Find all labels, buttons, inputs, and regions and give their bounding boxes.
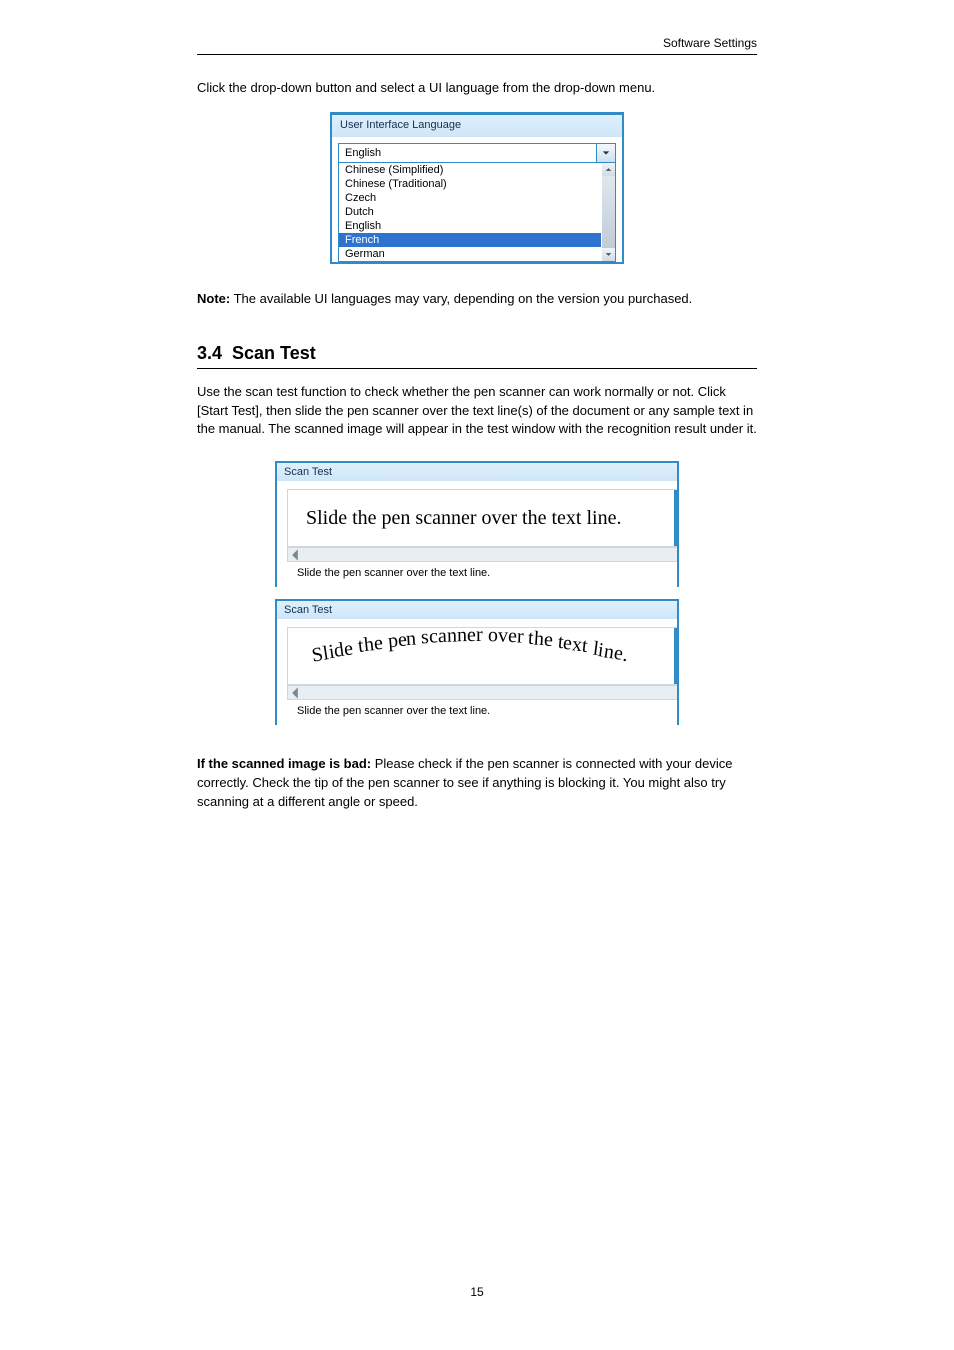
ui-language-option[interactable]: Chinese (Traditional) [339,177,601,191]
section-title: Scan Test [232,343,316,364]
scan-test-image-text: Slide the pen scanner over the text line… [306,507,621,530]
ui-language-option[interactable]: English [339,219,601,233]
note-lead: Note: [197,291,230,306]
scroll-down-button[interactable] [602,248,615,261]
ui-language-option[interactable]: German [339,247,601,261]
ui-language-option[interactable]: Czech [339,191,601,205]
chevron-down-icon [602,149,610,157]
section-number: 3.4 [197,343,222,364]
ui-language-combobox[interactable]: English [338,143,616,163]
chevron-left-icon [288,548,302,562]
scan-test-result: Slide the pen scanner over the text line… [277,562,677,587]
section-rule [197,368,757,369]
scan-test-title: Scan Test [277,601,677,619]
chevron-down-icon [605,251,612,258]
para-bad-scan: If the scanned image is bad: Please chec… [197,755,757,812]
panel-right-edge [674,628,677,684]
scan-test-result: Slide the pen scanner over the text line… [277,700,677,725]
bad-scan-lead: If the scanned image is bad: [197,756,371,771]
scroll-left-button[interactable] [288,687,302,698]
scroll-left-button[interactable] [288,549,302,560]
ui-language-panel: User Interface Language English Chinese … [330,112,624,264]
scroll-thumb[interactable] [602,176,615,248]
ui-language-list-scrollbar[interactable] [602,163,615,261]
scan-test-title: Scan Test [277,463,677,481]
ui-language-option[interactable]: Chinese (Simplified) [339,163,601,177]
page-number: 15 [0,1285,954,1299]
ui-language-option-highlighted[interactable]: French [339,233,601,247]
ui-language-panel-title: User Interface Language [332,115,622,137]
scan-test-panel-bad: Scan Test Slide the pen scanner over the… [275,599,679,725]
scan-test-panel-good: Scan Test Slide the pen scanner over the… [275,461,679,587]
scan-test-image-text-curved: Slide the pen scanner over the text line… [312,632,628,655]
para-note: Note: The available UI languages may var… [197,290,757,309]
ui-language-selected: English [339,147,596,159]
scan-test-image-curved: Slide the pen scanner over the text line… [287,627,677,685]
running-head-rule [197,54,757,55]
scan-test-image: Slide the pen scanner over the text line… [287,489,677,547]
chevron-up-icon [605,166,612,173]
scan-test-hscrollbar[interactable] [287,685,677,700]
para-ui-language: Click the drop-down button and select a … [197,79,757,98]
para-scan-intro: Use the scan test function to check whet… [197,383,757,440]
running-head: Software Settings [197,36,757,50]
ui-language-list[interactable]: Chinese (Simplified) Chinese (Traditiona… [338,163,616,262]
scroll-up-button[interactable] [602,163,615,176]
chevron-left-icon [288,686,302,700]
section-heading: 3.4 Scan Test [197,343,757,364]
dropdown-button[interactable] [596,144,615,162]
scan-test-hscrollbar[interactable] [287,547,677,562]
ui-language-option[interactable]: Dutch [339,205,601,219]
panel-right-edge [674,490,677,546]
note-body: The available UI languages may vary, dep… [234,291,693,306]
